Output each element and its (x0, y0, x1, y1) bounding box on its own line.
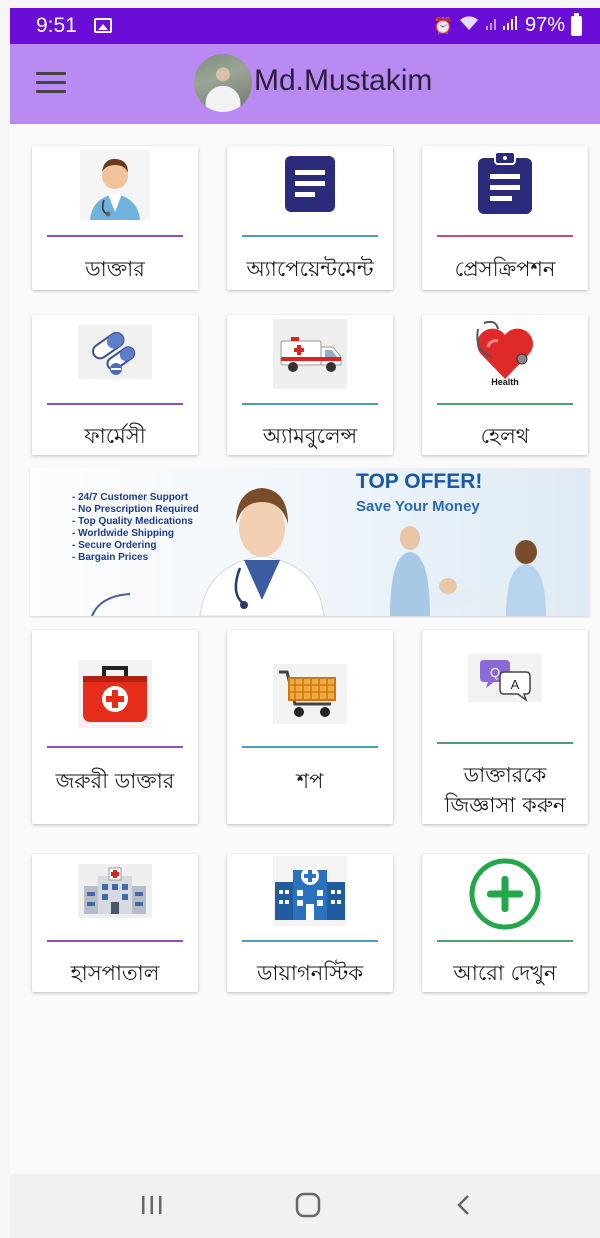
answer-glyph: A (511, 677, 520, 692)
card-label: ফার্মেসী (84, 424, 146, 448)
emergency-doctor-card[interactable]: জরুরী ডাক্তার (32, 630, 198, 824)
top-offer-banner[interactable]: 24/7 Customer Support No Prescription Re… (30, 468, 590, 616)
doctor-icon (80, 150, 150, 220)
user-avatar[interactable] (194, 54, 252, 112)
card-divider (47, 235, 183, 237)
battery-icon (571, 12, 582, 36)
home-icon[interactable] (294, 1192, 322, 1222)
status-time: 9:51 (36, 14, 77, 37)
card-label-line1: ডাক্তারকে (463, 763, 547, 787)
card-divider (242, 403, 378, 405)
pills-icon (78, 325, 152, 379)
doctor-card[interactable]: ডাক্তার (32, 146, 198, 290)
user-name: Md.Mustakim (254, 64, 433, 97)
card-divider (242, 746, 378, 748)
pharmacy-card[interactable]: ফার্মেসী (32, 315, 198, 455)
gallery-notification-icon (94, 18, 112, 33)
card-label: প্রেসক্রিপশন (454, 257, 556, 281)
alarm-icon: ⏰ (433, 17, 453, 35)
card-divider (437, 742, 573, 744)
hospital-building-icon (78, 864, 152, 918)
diagnostic-card[interactable]: ডায়াগনস্টিক (227, 854, 393, 992)
signal-icon (485, 15, 519, 36)
back-icon[interactable] (454, 1192, 474, 1222)
question-glyph: Q (490, 665, 500, 680)
card-label: ডাক্তার (85, 257, 145, 281)
wifi-icon (459, 15, 479, 36)
card-label: জরুরী ডাক্তার (55, 769, 175, 793)
card-label: অ্যাপেয়েন্টমেন্ট (246, 257, 374, 281)
question-answer-icon: Q A (468, 654, 542, 702)
ask-doctor-card[interactable]: Q A ডাক্তারকে জিজ্ঞাসা করুন (422, 630, 588, 824)
battery-percent: 97% (524, 14, 565, 36)
card-divider (47, 403, 183, 405)
system-navigation-bar (10, 1174, 600, 1238)
status-indicators: ⏰ 97% (433, 12, 582, 37)
phone-screen: 9:51 ⏰ 97% Md.Mustakim ডাক্তার অ্যাপেয়ে… (10, 8, 600, 1238)
banner-title: TOP OFFER! (356, 470, 483, 493)
health-heart-icon: Health (470, 317, 540, 389)
card-divider (47, 940, 183, 942)
first-aid-kit-icon (78, 660, 152, 728)
ambulance-icon (273, 319, 347, 389)
shopping-cart-icon (273, 664, 347, 724)
ambulance-card[interactable]: অ্যামবুলেন্স (227, 315, 393, 455)
banner-subtitle: Save Your Money (356, 498, 480, 515)
card-divider (242, 235, 378, 237)
health-icon-caption: Health (491, 377, 519, 387)
card-label: হাসপাতাল (70, 961, 160, 985)
card-divider (47, 746, 183, 748)
card-label: শপ (296, 769, 324, 793)
banner-doctor-illustration (91, 488, 546, 616)
card-label: আরো দেখুন (453, 961, 557, 985)
card-label-line2: জিজ্ঞাসা করুন (444, 793, 566, 817)
card-divider (437, 235, 573, 237)
status-bar: 9:51 ⏰ 97% (10, 8, 600, 44)
shop-card[interactable]: শপ (227, 630, 393, 824)
card-label: হেলথ (480, 424, 530, 448)
recent-apps-icon[interactable] (140, 1192, 164, 1222)
health-card[interactable]: Health হেলথ (422, 315, 588, 455)
see-more-card[interactable]: আরো দেখুন (422, 854, 588, 992)
prescription-clipboard-icon (476, 150, 534, 216)
app-toolbar: Md.Mustakim (10, 44, 600, 124)
appointment-card[interactable]: অ্যাপেয়েন্টমেন্ট (227, 146, 393, 290)
card-divider (437, 403, 573, 405)
card-divider (242, 940, 378, 942)
card-label: অ্যামবুলেন্স (262, 424, 358, 448)
hamburger-menu-icon[interactable] (36, 72, 66, 94)
prescription-card[interactable]: প্রেসক্রিপশন (422, 146, 588, 290)
add-circle-icon (467, 856, 543, 932)
card-label: ডায়াগনস্টিক (256, 961, 364, 985)
hospital-card[interactable]: হাসপাতাল (32, 854, 198, 992)
appointment-document-icon (283, 154, 337, 214)
card-divider (437, 940, 573, 942)
diagnostic-center-icon (273, 856, 347, 926)
